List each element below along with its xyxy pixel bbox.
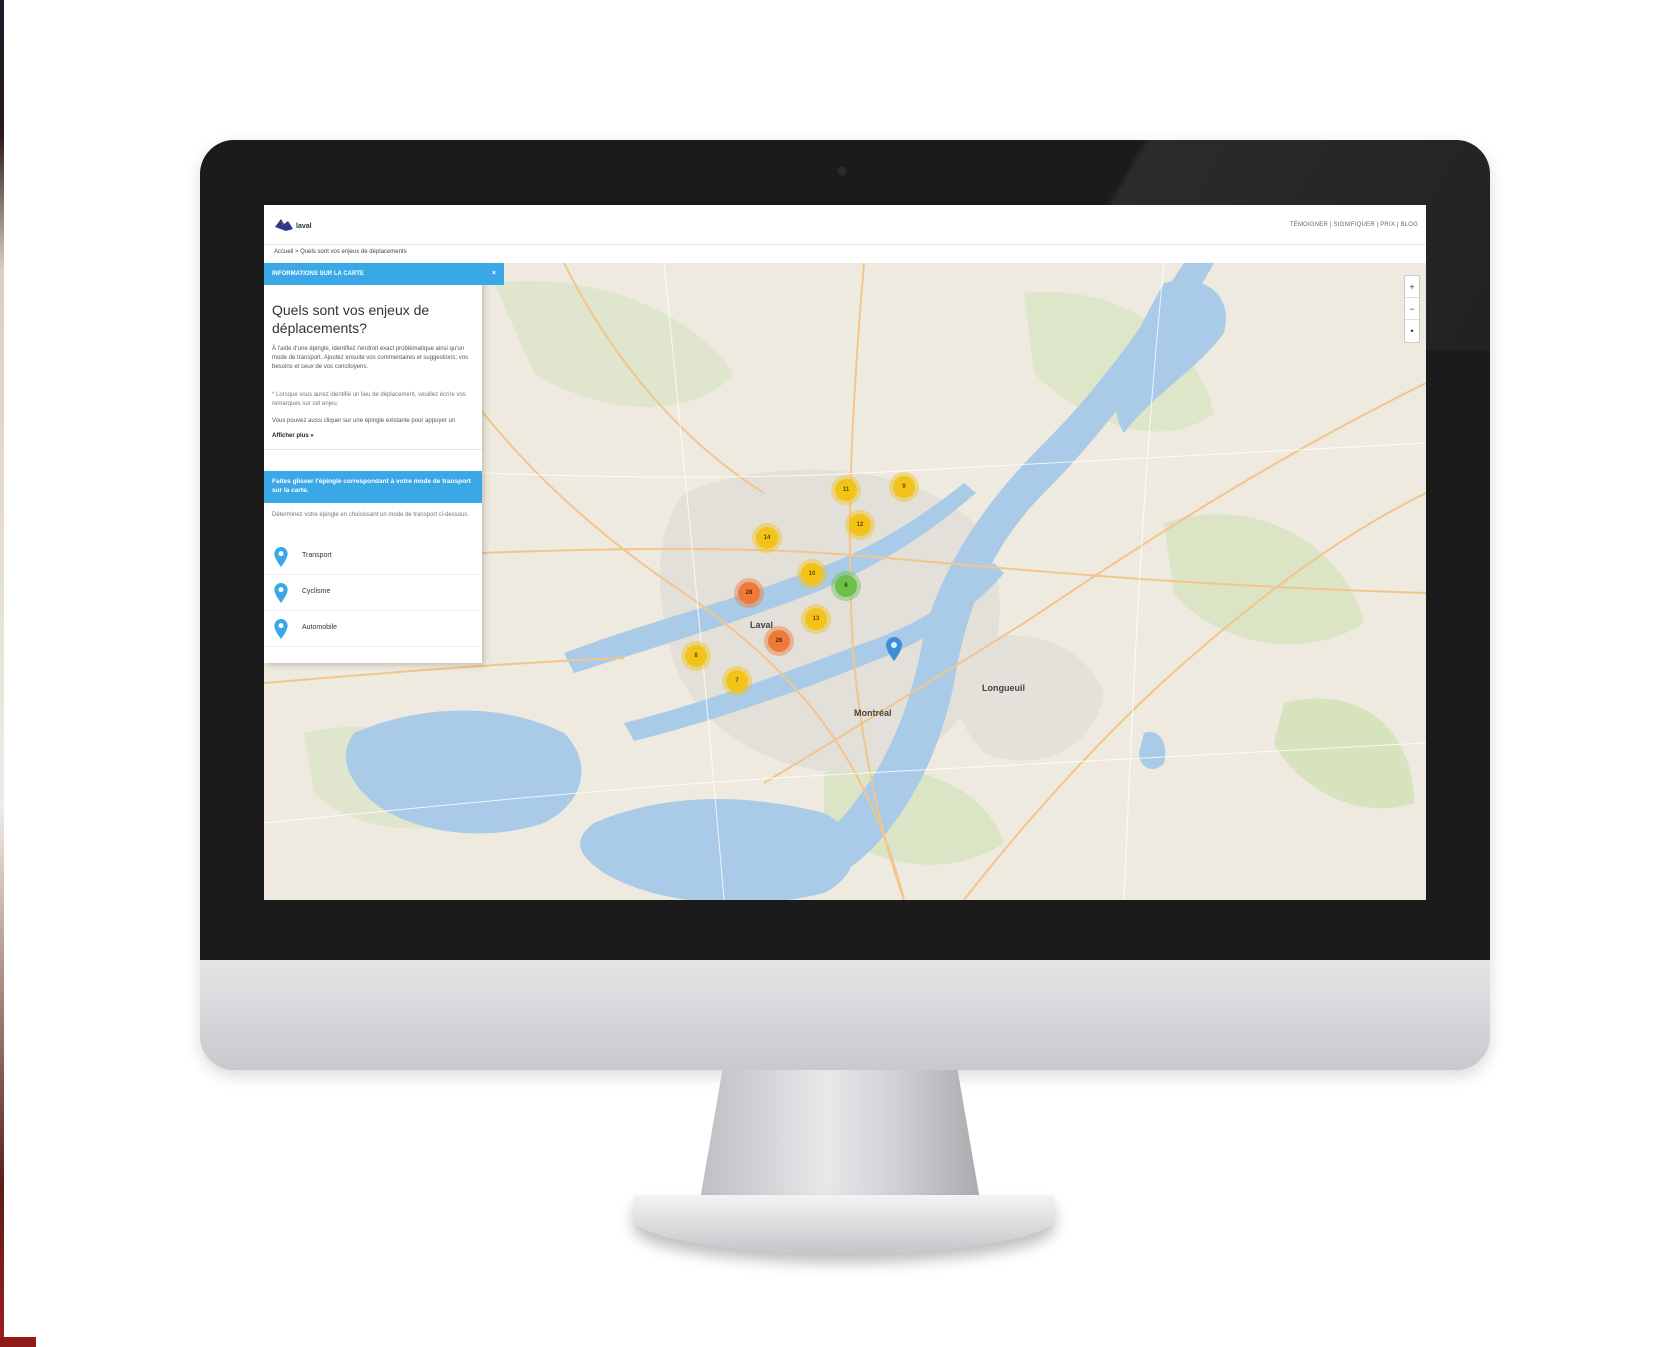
panel-note-2: Vous pouvez aussi cliquer sur une épingl… [272, 418, 456, 424]
locate-button[interactable]: • [1405, 320, 1419, 342]
map-cluster[interactable]: 7 [726, 670, 748, 692]
panel-header-label: INFORMATIONS SUR LA CARTE [272, 271, 364, 277]
map-pin-icon[interactable] [274, 547, 288, 567]
panel-note: * Lorsque vous aurez identifié un lieu d… [272, 392, 466, 407]
map-pin-icon[interactable] [886, 637, 902, 661]
screen: laval TÉMOIGNER | SIGNIFIQUER | PRIX | B… [264, 205, 1426, 900]
mode-label: Cyclisme [302, 588, 331, 595]
map-cluster[interactable]: 11 [835, 479, 857, 501]
map-cluster[interactable]: 8 [685, 645, 707, 667]
map-cluster[interactable]: 10 [801, 563, 823, 585]
stage: laval TÉMOIGNER | SIGNIFIQUER | PRIX | B… [0, 0, 1654, 1347]
info-panel: INFORMATIONS SUR LA CARTE × Quels sont v… [264, 263, 504, 663]
panel-body: À l'aide d'une épingle, identifiez l'end… [272, 346, 469, 370]
city-label-laval: Laval [750, 620, 774, 630]
show-more-link[interactable]: Afficher plus » [272, 433, 314, 439]
panel-divider [264, 449, 482, 450]
close-icon[interactable]: × [492, 263, 496, 285]
city-label-montreal: Montréal [854, 708, 892, 718]
map-cluster[interactable]: 12 [849, 514, 871, 536]
camera-icon [836, 165, 848, 177]
car-mode-item[interactable]: Automobile [264, 611, 482, 647]
breadcrumb[interactable]: Accueil > Quels sont vos enjeux de dépla… [274, 249, 407, 255]
edge-strip [0, 0, 4, 1347]
zoom-in-button[interactable]: + [1405, 276, 1419, 298]
panel-header: INFORMATIONS SUR LA CARTE × [264, 263, 504, 285]
panel-title: Quels sont vos enjeux de déplacements? [272, 302, 430, 336]
mode-label: Automobile [302, 624, 338, 631]
map-pin-icon[interactable] [274, 583, 288, 603]
mode-label: Transport [302, 552, 332, 559]
map-cluster[interactable]: 6 [835, 575, 857, 597]
panel-subtext: Déterminez votre épingle en choisissant … [272, 512, 470, 518]
monitor-stand-neck [700, 1070, 980, 1200]
map-cluster[interactable]: 13 [805, 608, 827, 630]
panel-instruction: Faites glisser l'épingle correspondant à… [264, 471, 482, 503]
logo-text[interactable]: laval [296, 223, 312, 230]
edge-artifact [0, 1337, 36, 1347]
city-label-longueuil: Longueuil [982, 683, 1025, 693]
map-cluster[interactable]: 26 [768, 630, 790, 652]
map-cluster[interactable]: 14 [756, 527, 778, 549]
transport-mode-item[interactable]: Transport [264, 539, 482, 575]
logo-icon[interactable] [274, 217, 294, 233]
map-pin-icon[interactable] [274, 619, 288, 639]
header-nav[interactable]: TÉMOIGNER | SIGNIFIQUER | PRIX | BLOG [1290, 222, 1418, 228]
monitor-chin [200, 960, 1490, 1070]
map-cluster[interactable]: 9 [893, 476, 915, 498]
zoom-control: + − • [1404, 275, 1420, 343]
zoom-out-button[interactable]: − [1405, 298, 1419, 320]
cycling-mode-item[interactable]: Cyclisme [264, 575, 482, 611]
map-cluster[interactable]: 28 [738, 582, 760, 604]
app-header: laval TÉMOIGNER | SIGNIFIQUER | PRIX | B… [264, 205, 1426, 245]
monitor-stand-foot [634, 1195, 1054, 1253]
